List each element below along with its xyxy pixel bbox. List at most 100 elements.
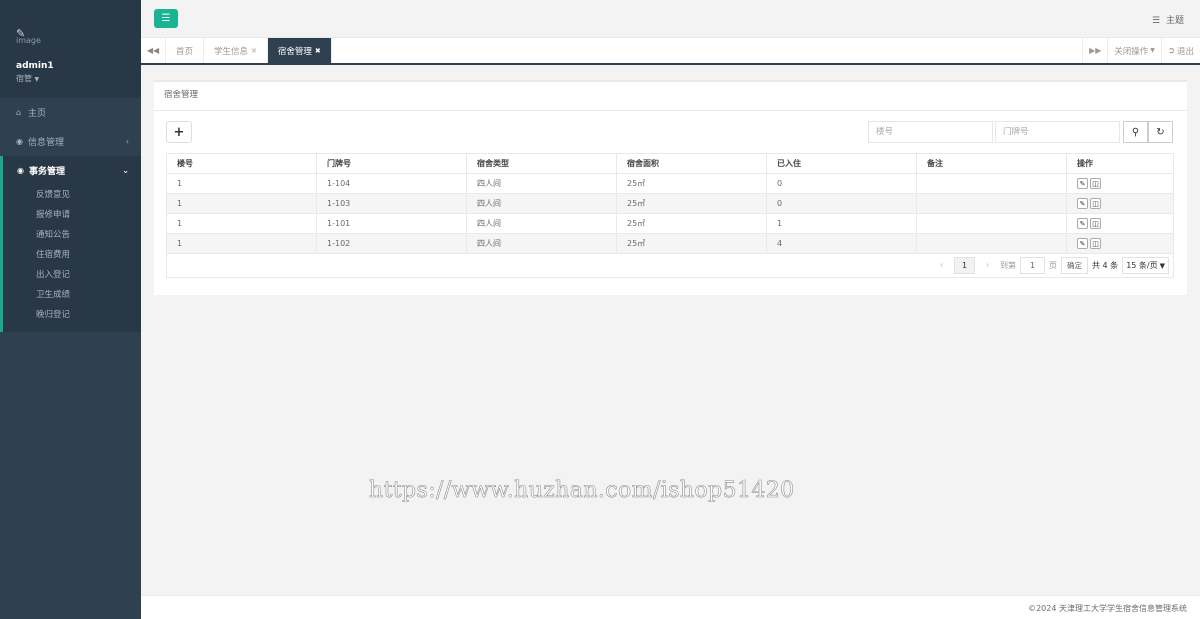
table-cell [916, 193, 1067, 214]
hamburger-icon: ☰ [161, 13, 171, 24]
logout-icon: ➲ [1167, 45, 1175, 56]
column-header[interactable]: 备注 [916, 153, 1067, 174]
column-header[interactable]: 门牌号 [316, 153, 467, 174]
table-cell: 四人间 [466, 173, 617, 194]
table-cell: 1-103 [316, 193, 467, 214]
sidebar-subitem-notice[interactable]: 通知公告 [3, 225, 141, 245]
trash-icon[interactable]: ◫ [1090, 238, 1101, 249]
sidebar-group-affairs: ◉ 事务管理 ⌄ 反馈意见 报修申请 通知公告 住宿费用 出入登记 卫生成绩 晚… [0, 156, 141, 332]
tabs-right-controls: ▶▶ 关闭操作 ▼ ➲ 退出 [1082, 38, 1200, 63]
goto-page-input[interactable] [1020, 257, 1045, 274]
sidebar-item-label: 信息管理 [28, 138, 65, 148]
caret-down-icon: ▼ [34, 76, 40, 83]
trash-icon[interactable]: ◫ [1090, 198, 1101, 209]
trash-icon[interactable]: ◫ [1090, 218, 1101, 229]
chevron-down-icon: ⌄ [122, 166, 129, 175]
page-size-select[interactable]: 15 条/页 ▼ [1122, 257, 1169, 274]
double-left-icon: ◀◀ [146, 46, 160, 55]
tab-label: 学生信息 [214, 46, 249, 57]
tabs-scroll-right-button[interactable]: ▶▶ [1082, 38, 1107, 63]
sidebar-subitem-access-log[interactable]: 出入登记 [3, 265, 141, 285]
trash-icon[interactable]: ◫ [1090, 178, 1101, 189]
sidebar-item-home[interactable]: ⌂ 主页 [0, 98, 141, 127]
column-header[interactable]: 楼号 [166, 153, 317, 174]
content-panel: 宿舍管理 + ⚲ ↻ 楼号 门牌号 宿舍类型 宿舍面积 已入住 备注 操作 [154, 80, 1187, 295]
column-header[interactable]: 已入住 [766, 153, 917, 174]
close-icon[interactable]: ✖ [251, 47, 257, 55]
column-header: 操作 [1066, 153, 1174, 174]
sidebar-item-info-management[interactable]: ◉ 信息管理 ‹ [0, 127, 141, 156]
table-actions: ✎ ◫ [1066, 193, 1174, 214]
table-cell: 1 [166, 193, 317, 214]
pagination-bar: ‹ 1 › 到第 页 确定 共 4 条 15 条/页 ▼ [166, 253, 1174, 278]
tabs-scroll-left-button[interactable]: ◀◀ [141, 38, 166, 63]
theme-button[interactable]: ☰ 主题 [1152, 13, 1184, 26]
close-icon[interactable]: ✖ [315, 47, 321, 55]
sidebar-item-label: 事务管理 [29, 167, 66, 177]
edit-icon[interactable]: ✎ [1077, 218, 1088, 229]
sidebar-subitem-hygiene[interactable]: 卫生成绩 [3, 285, 141, 305]
page-number-current[interactable]: 1 [954, 257, 975, 274]
table-actions: ✎ ◫ [1066, 213, 1174, 234]
sidebar-subitem-fees[interactable]: 住宿费用 [3, 245, 141, 265]
pagination: ‹ 1 › 到第 页 确定 共 4 条 15 条/页 ▼ [933, 257, 1169, 274]
sidebar-subnav: 反馈意见 报修申请 通知公告 住宿费用 出入登记 卫生成绩 晚归登记 [3, 185, 141, 325]
tab-student-info[interactable]: 学生信息 ✖ [204, 38, 268, 63]
door-number-search-input[interactable] [995, 121, 1120, 143]
tab-label: 首页 [176, 46, 194, 57]
home-icon: ⌂ [16, 108, 22, 117]
sidebar-subitem-repair[interactable]: 报修申请 [3, 205, 141, 225]
prev-page-icon[interactable]: ‹ [933, 257, 950, 274]
footer-copyright: ©2024 天津理工大学学生宿舍信息管理系统 [1028, 604, 1187, 613]
goto-confirm-button[interactable]: 确定 [1061, 257, 1088, 274]
edit-icon[interactable]: ✎ [1077, 178, 1088, 189]
table-cell: 0 [766, 173, 917, 194]
logout-label: 退出 [1176, 46, 1194, 57]
menu-toggle-button[interactable]: ☰ [154, 9, 178, 28]
table-cell: 1-101 [316, 213, 467, 234]
list-icon: ☰ [1152, 16, 1161, 26]
table-actions: ✎ ◫ [1066, 173, 1174, 194]
watermark: https://www.huzhan.com/ishop51420 [369, 478, 795, 504]
table-cell: 四人间 [466, 233, 617, 254]
tab-label: 宿舍管理 [277, 46, 312, 57]
user-name[interactable]: admin1 [16, 61, 125, 71]
dorm-table: 楼号 门牌号 宿舍类型 宿舍面积 已入住 备注 操作 1 1-104 四人间 2… [166, 153, 1174, 254]
close-operations-label: 关闭操作 [1114, 46, 1149, 57]
tab-dorm-management[interactable]: 宿舍管理 ✖ [267, 38, 332, 63]
chevron-down-icon: ▼ [1159, 261, 1165, 270]
table-row: 1 1-103 四人间 25㎡ 0 ✎ ◫ [166, 193, 1174, 214]
edit-icon[interactable]: ✎ [1077, 198, 1088, 209]
refresh-button[interactable]: ↻ [1148, 121, 1173, 143]
sidebar-nav: ⌂ 主页 ◉ 信息管理 ‹ [0, 98, 141, 156]
table-cell [916, 233, 1067, 254]
next-page-icon[interactable]: › [979, 257, 996, 274]
goto-label: 到第 [1000, 261, 1016, 270]
tabs: 首页 学生信息 ✖ 宿舍管理 ✖ [166, 38, 332, 63]
column-header[interactable]: 宿舍类型 [466, 153, 617, 174]
sidebar-subitem-late-return[interactable]: 晚归登记 [3, 305, 141, 325]
sidebar-subitem-feedback[interactable]: 反馈意见 [3, 185, 141, 205]
page-size-label: 15 条/页 [1126, 261, 1158, 270]
table-cell: 1 [166, 213, 317, 234]
logout-button[interactable]: ➲ 退出 [1160, 38, 1200, 63]
search-button[interactable]: ⚲ [1123, 121, 1148, 143]
table-cell: 25㎡ [616, 173, 767, 194]
panel-title: 宿舍管理 [154, 82, 1187, 111]
tab-home[interactable]: 首页 [166, 38, 205, 63]
caret-down-icon: ▼ [1150, 47, 1155, 54]
sidebar-item-affairs-management[interactable]: ◉ 事务管理 ⌄ [3, 156, 141, 185]
refresh-icon: ↻ [1156, 126, 1165, 138]
add-button[interactable]: + [166, 121, 192, 143]
building-search-input[interactable] [868, 121, 993, 143]
footer: ©2024 天津理工大学学生宿舍信息管理系统 [141, 595, 1200, 619]
user-role[interactable]: 宿管 ▼ [16, 73, 125, 84]
edit-icon[interactable]: ✎ [1077, 238, 1088, 249]
column-header[interactable]: 宿舍面积 [616, 153, 767, 174]
chevron-left-icon: ‹ [125, 137, 129, 146]
topbar: ☰ ☰ 主题 [141, 0, 1200, 38]
profile: ✎ image admin1 宿管 ▼ [0, 0, 141, 98]
plus-icon: + [173, 124, 185, 140]
table-cell: 25㎡ [616, 233, 767, 254]
close-operations-dropdown[interactable]: 关闭操作 ▼ [1107, 38, 1161, 63]
